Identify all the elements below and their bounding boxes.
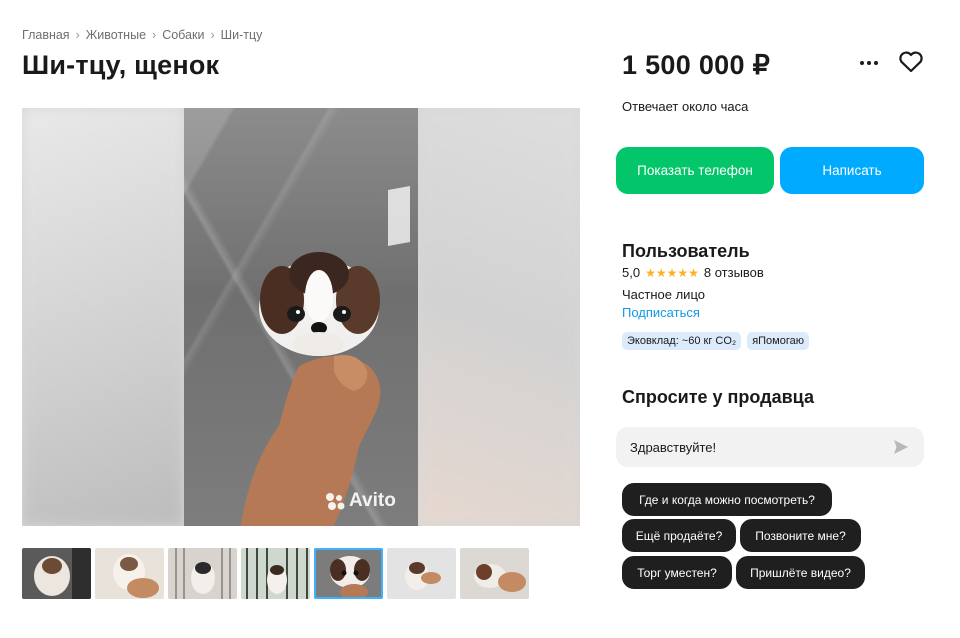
photo-blur-right (418, 108, 580, 526)
breadcrumb-item-dogs[interactable]: Собаки (162, 28, 204, 42)
avito-logo-icon (326, 493, 345, 510)
breadcrumb-separator: › (210, 28, 215, 42)
thumbnail-5-active[interactable] (314, 548, 383, 599)
seller-name[interactable]: Пользователь (622, 241, 750, 262)
main-photo-gallery[interactable]: Avito (22, 108, 580, 526)
breadcrumb-item-home[interactable]: Главная (22, 28, 70, 42)
breadcrumb-item-shih-tzu[interactable]: Ши-тцу (221, 28, 263, 42)
message-field[interactable] (616, 427, 924, 467)
quick-question-chip[interactable]: Где и когда можно посмотреть? (622, 483, 832, 516)
seller-rating-row: 5,0 ★★★★★ 8 отзывов (622, 265, 764, 280)
show-phone-button[interactable]: Показать телефон (616, 147, 774, 194)
breadcrumb-separator: › (75, 28, 80, 42)
send-icon[interactable] (892, 438, 910, 456)
star-icon: ★★★★★ (645, 265, 699, 280)
main-photo[interactable]: Avito (184, 108, 418, 526)
thumbnail-3[interactable] (168, 548, 237, 599)
page-title: Ши-тцу, щенок (22, 50, 220, 80)
thumbnail-6[interactable] (387, 548, 456, 599)
price: 1 500 000 ₽ (622, 50, 771, 80)
quick-question-chip[interactable]: Позвоните мне? (740, 519, 861, 552)
thumbnail-strip (22, 548, 529, 599)
thumbnail-2[interactable] (95, 548, 164, 599)
rating-value: 5,0 (622, 265, 641, 280)
photo-window-reflection (388, 186, 410, 246)
write-message-button[interactable]: Написать (780, 147, 924, 194)
message-input[interactable] (630, 439, 892, 455)
avito-watermark: Avito (324, 490, 396, 512)
thumbnail-4[interactable] (241, 548, 310, 599)
heart-icon[interactable] (898, 50, 924, 74)
more-dots-icon[interactable] (860, 56, 882, 70)
breadcrumb-separator: › (152, 28, 157, 42)
help-badge[interactable]: яПомогаю (747, 332, 809, 350)
seller-badges: Эковклад: ~60 кг CO₂ яПомогаю (622, 332, 809, 350)
puppy-image (259, 252, 380, 356)
quick-question-chip[interactable]: Торг уместен? (622, 556, 732, 589)
subscribe-link[interactable]: Подписаться (622, 305, 700, 320)
eco-badge[interactable]: Эковклад: ~60 кг CO₂ (622, 332, 742, 350)
thumbnail-7[interactable] (460, 548, 529, 599)
ask-seller-title: Спросите у продавца (622, 387, 814, 407)
response-time: Отвечает около часа (622, 99, 749, 114)
watermark-text: Avito (349, 490, 396, 511)
quick-question-chip[interactable]: Пришлёте видео? (736, 556, 865, 589)
breadcrumb: Главная › Животные › Собаки › Ши-тцу (22, 28, 262, 42)
seller-type: Частное лицо (622, 287, 705, 302)
quick-question-chip[interactable]: Ещё продаёте? (622, 519, 736, 552)
breadcrumb-item-animals[interactable]: Животные (86, 28, 146, 42)
thumbnail-1[interactable] (22, 548, 91, 599)
photo-blur-left (22, 108, 184, 526)
reviews-count[interactable]: 8 отзывов (704, 265, 764, 280)
